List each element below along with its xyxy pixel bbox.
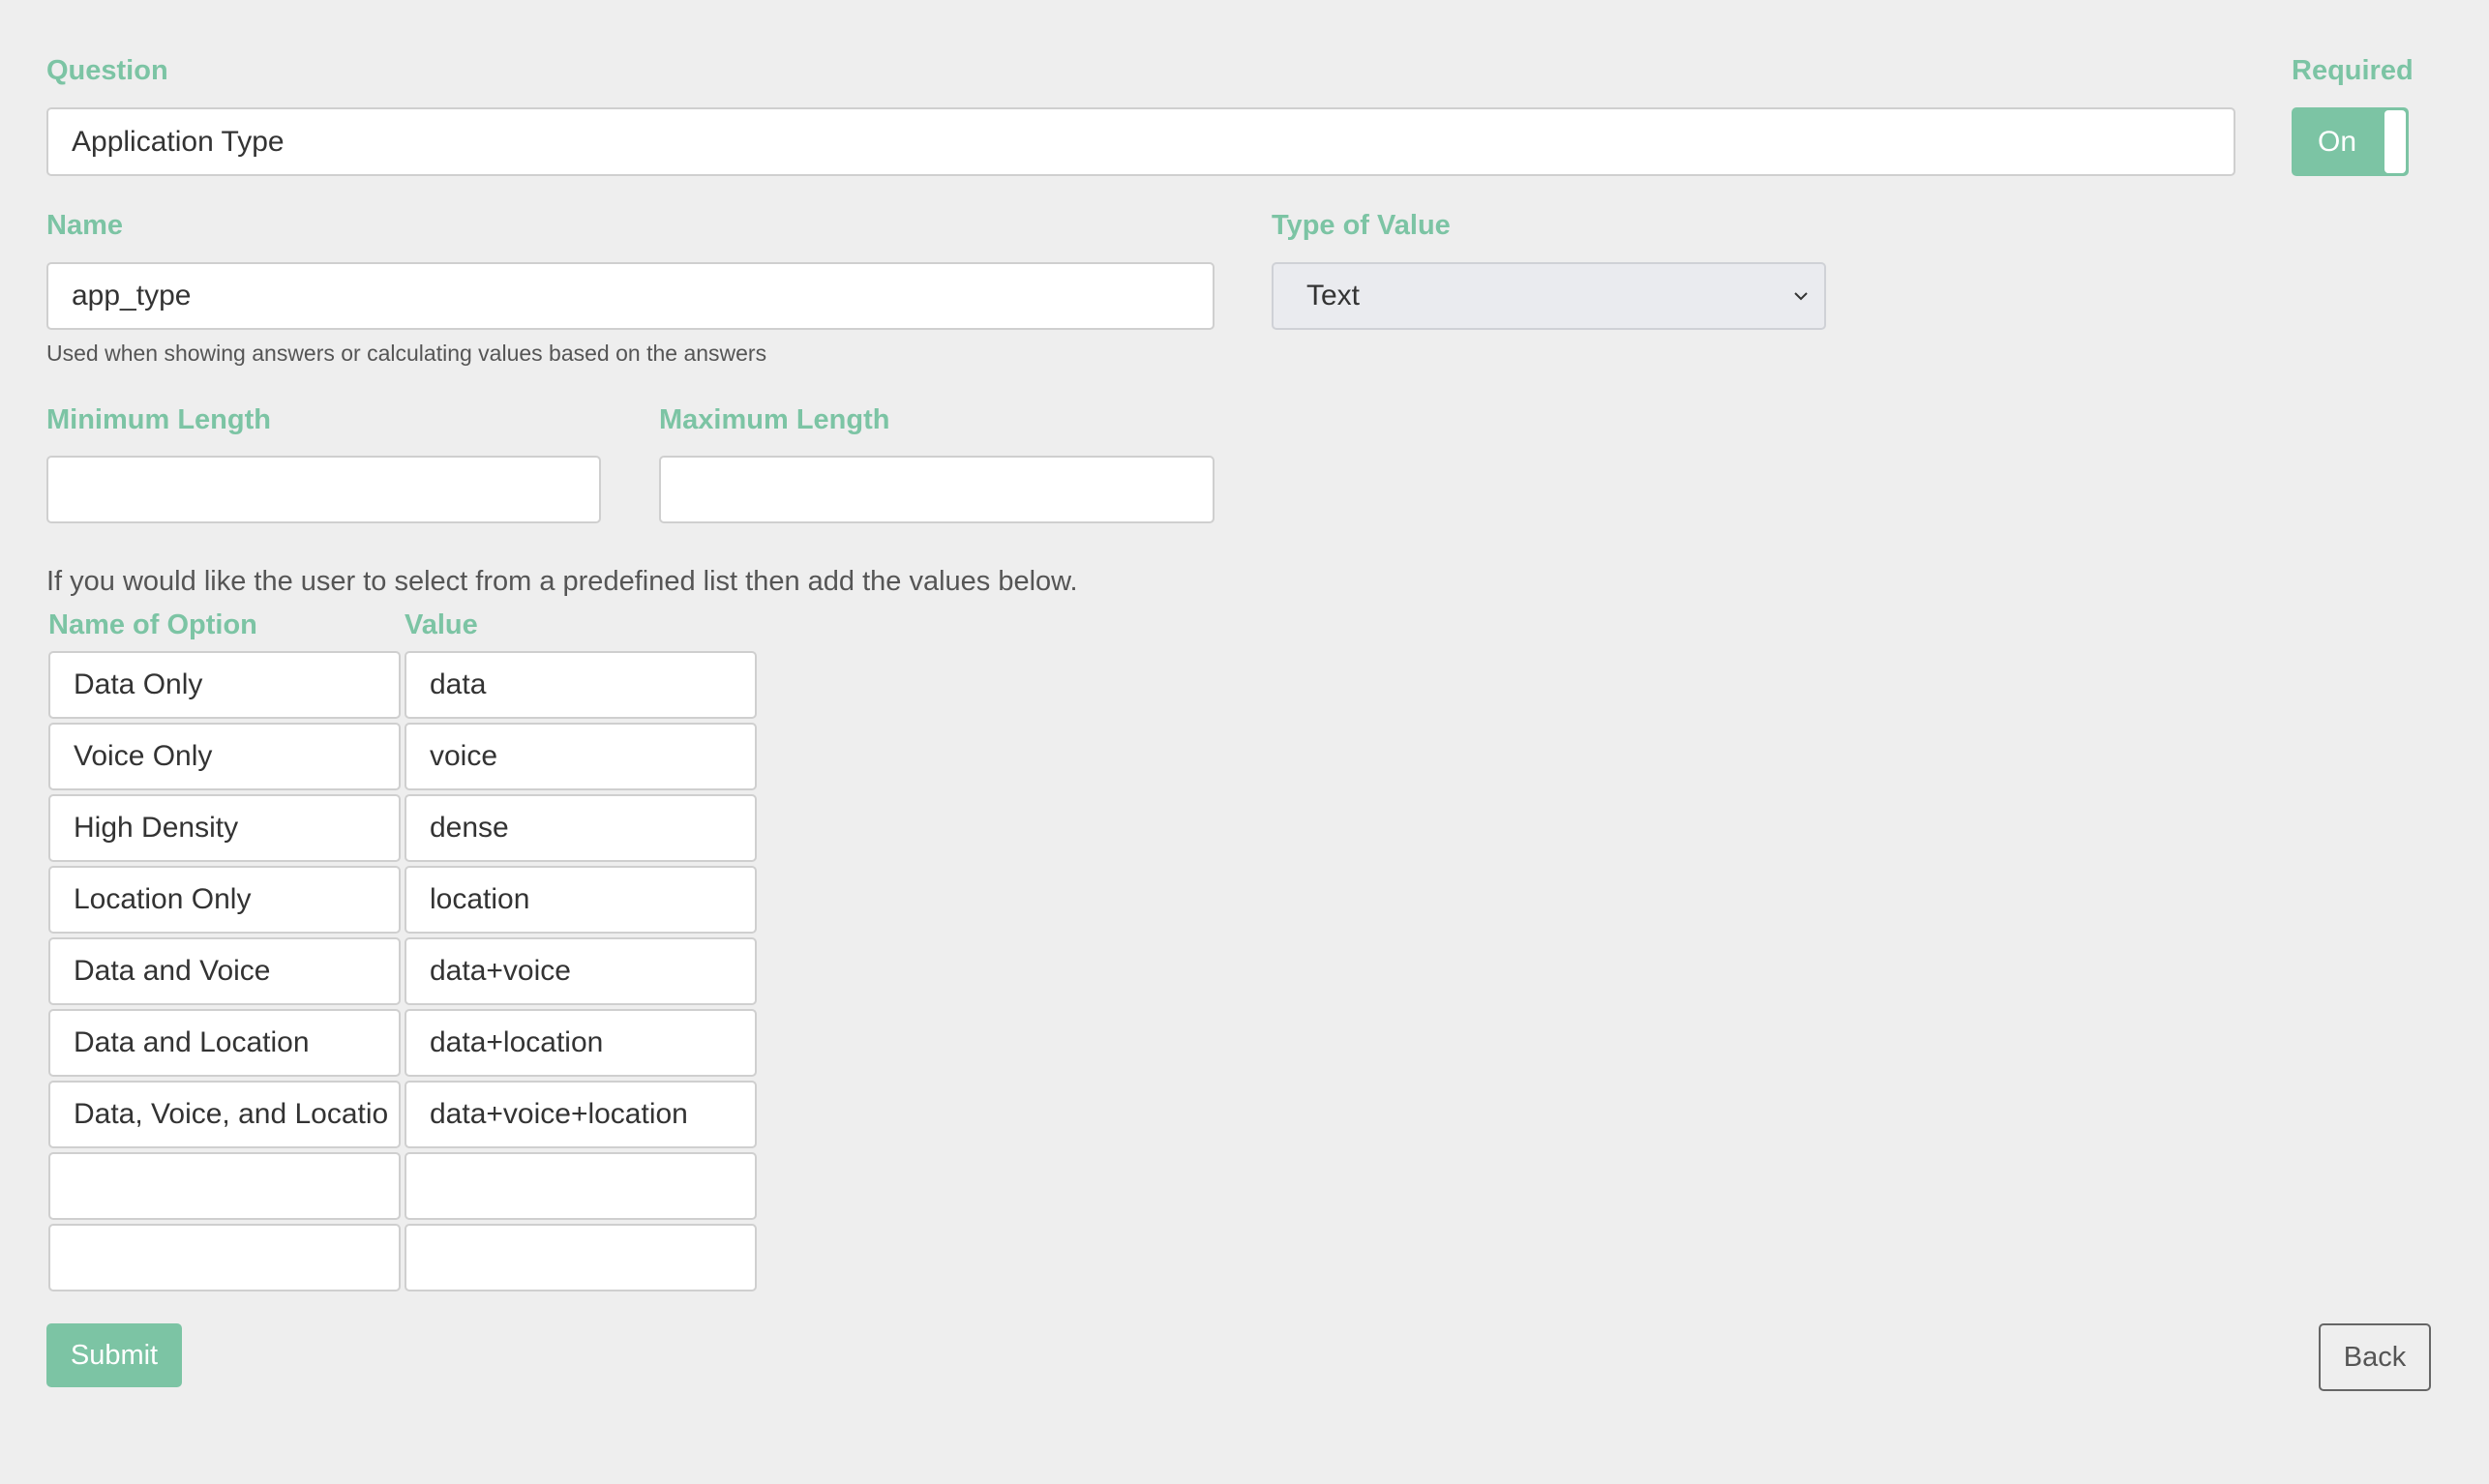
option-name-input[interactable]: Data and Voice <box>48 937 401 1005</box>
option-value-input[interactable] <box>405 1152 757 1220</box>
maximum-length-input[interactable] <box>659 456 1215 523</box>
maximum-length-label: Maximum Length <box>659 404 890 435</box>
name-label: Name <box>46 210 123 241</box>
option-row <box>48 1152 759 1220</box>
option-name-input[interactable]: Location Only <box>48 866 401 934</box>
options-instructions: If you would like the user to select fro… <box>46 566 1078 597</box>
option-row: High Density dense <box>48 794 759 862</box>
option-name-input[interactable]: Voice Only <box>48 723 401 790</box>
toggle-knob <box>2384 110 2406 173</box>
required-label: Required <box>2292 55 2414 86</box>
option-name-input[interactable] <box>48 1224 401 1291</box>
back-button[interactable]: Back <box>2319 1323 2431 1391</box>
option-row: Data and Location data+location <box>48 1009 759 1077</box>
minimum-length-label: Minimum Length <box>46 404 271 435</box>
option-name-input[interactable]: Data Only <box>48 651 401 719</box>
option-value-input[interactable]: voice <box>405 723 757 790</box>
option-name-input[interactable]: Data and Location <box>48 1009 401 1077</box>
name-input[interactable]: app_type <box>46 262 1215 330</box>
option-value-input[interactable] <box>405 1224 757 1291</box>
name-help-text: Used when showing answers or calculating… <box>46 341 767 366</box>
option-row: Location Only location <box>48 866 759 934</box>
option-value-input[interactable]: data+location <box>405 1009 757 1077</box>
option-name-input[interactable]: Data, Voice, and Locatio <box>48 1081 401 1148</box>
type-of-value-label: Type of Value <box>1272 210 1451 241</box>
required-toggle[interactable]: On <box>2292 107 2409 176</box>
submit-button[interactable]: Submit <box>46 1323 182 1387</box>
minimum-length-input[interactable] <box>46 456 601 523</box>
option-name-header: Name of Option <box>48 609 257 640</box>
option-value-header: Value <box>405 609 478 640</box>
option-name-input[interactable]: High Density <box>48 794 401 862</box>
chevron-down-icon <box>1794 292 1808 301</box>
option-row: Data Only data <box>48 651 759 719</box>
option-name-input[interactable] <box>48 1152 401 1220</box>
required-toggle-label: On <box>2317 126 2357 158</box>
option-value-input[interactable]: dense <box>405 794 757 862</box>
type-of-value-selected: Text <box>1306 280 1361 312</box>
option-value-input[interactable]: data+voice+location <box>405 1081 757 1148</box>
option-value-input[interactable]: data <box>405 651 757 719</box>
option-row <box>48 1224 759 1291</box>
option-row: Data, Voice, and Locatio data+voice+loca… <box>48 1081 759 1148</box>
type-of-value-select[interactable]: Text <box>1272 262 1826 330</box>
question-input[interactable]: Application Type <box>46 107 2235 176</box>
option-value-input[interactable]: data+voice <box>405 937 757 1005</box>
question-label: Question <box>46 55 168 86</box>
option-row: Data and Voice data+voice <box>48 937 759 1005</box>
option-value-input[interactable]: location <box>405 866 757 934</box>
option-row: Voice Only voice <box>48 723 759 790</box>
